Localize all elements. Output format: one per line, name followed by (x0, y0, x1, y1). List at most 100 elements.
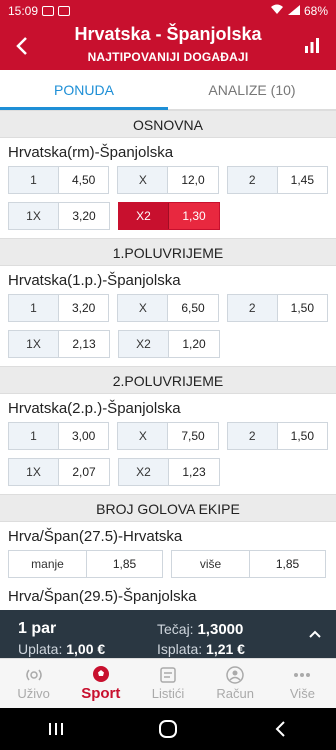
odd-value: 3,20 (72, 209, 96, 223)
odds-list[interactable]: OSNOVNA Hrvatska(rm)-Španjolska 1 4,50 X1… (0, 110, 336, 610)
odd-label: X2 (119, 331, 169, 357)
odd-label: 1 (9, 167, 59, 193)
section-header: 2.POLUVRIJEME (0, 366, 336, 394)
odd-button[interactable]: X2 1,20 (118, 330, 220, 358)
odd-button[interactable]: 1 4,50 (8, 166, 110, 194)
chevron-up-icon[interactable] (308, 626, 322, 642)
odd-value: 1,50 (290, 429, 314, 443)
odd-button[interactable]: 1 3,00 (8, 422, 110, 450)
odds-row: 1X 2,07 X2 1,23 (0, 454, 336, 490)
market-name: Hrvatska(2.p.)-Španjolska (8, 400, 181, 417)
status-bar: 15:09 68% (0, 0, 336, 22)
odds-row: 1X 3,20 X2 1,30 (0, 198, 336, 234)
nav-item-sport[interactable]: Sport (67, 659, 134, 708)
odd-button[interactable]: više 1,85 (171, 550, 326, 578)
recent-apps-icon (49, 723, 63, 735)
section-header: BROJ GOLOVA EKIPE (0, 494, 336, 522)
odd-button[interactable]: manje 1,85 (8, 550, 163, 578)
market-name: Hrvatska(1.p.)-Španjolska (8, 272, 181, 289)
market-name: Hrva/Špan(29.5)-Španjolska (8, 588, 197, 605)
odd-label: 1X (9, 203, 59, 229)
market-name: Hrva/Špan(27.5)-Hrvatska (8, 528, 183, 545)
recent-apps-button[interactable] (36, 714, 76, 744)
nav-item-racun[interactable]: Račun (202, 659, 269, 708)
odd-value: 1,45 (290, 173, 314, 187)
statistics-button[interactable] (302, 35, 326, 59)
ticket-payout: Isplata: 1,21 € (157, 641, 245, 657)
odd-value: 1,30 (169, 203, 219, 229)
nav-item-uzivo[interactable]: Uživo (0, 659, 67, 708)
odd-value: 12,0 (181, 173, 205, 187)
odd-button[interactable]: 2 1,50 (226, 422, 328, 450)
bottom-navigation: Uživo Sport Listići Račun Više (0, 658, 336, 708)
odd-button[interactable]: 1X 2,13 (8, 330, 110, 358)
back-button[interactable] (10, 34, 34, 58)
system-navigation-bar (0, 708, 336, 750)
nav-label: Sport (81, 685, 121, 702)
odd-label: 2 (227, 167, 278, 193)
odd-value: 1,23 (182, 465, 206, 479)
odd-label: 2 (227, 295, 278, 321)
nav-label: Uživo (17, 686, 50, 701)
odd-button[interactable]: 2 1,50 (226, 294, 328, 322)
odds-row: 1 4,50 X 12,0 2 1,45 (0, 162, 336, 198)
section-header: OSNOVNA (0, 110, 336, 138)
odds-row: manje 1,85 više 1,85 (0, 546, 336, 582)
odd-button[interactable]: X2 1,23 (118, 458, 220, 486)
tickets-icon (160, 667, 176, 683)
bar-chart-icon (305, 38, 319, 53)
odd-value: 4,50 (71, 173, 96, 187)
odd-label: X2 (119, 459, 169, 485)
home-button[interactable] (148, 714, 188, 744)
wifi-icon (270, 4, 284, 18)
nav-item-vise[interactable]: Više (269, 659, 336, 708)
nav-item-listici[interactable]: Listići (134, 659, 201, 708)
odd-label: 1X (9, 331, 59, 357)
tab-ponuda[interactable]: PONUDA (0, 70, 168, 110)
live-icon (25, 669, 42, 681)
odd-value: 2,13 (72, 337, 96, 351)
mail-icon (58, 6, 71, 16)
odd-value: 2,07 (72, 465, 96, 479)
odd-label: 1 (9, 295, 59, 321)
ticket-summary-bar[interactable]: 1 par Uplata: 1,00 € Tečaj: 1,3000 Ispla… (0, 610, 336, 658)
odd-button[interactable]: X 12,0 (117, 166, 219, 194)
odds-total-value: 1,3000 (197, 621, 244, 638)
payout-value: 1,21 € (206, 641, 245, 657)
odd-button[interactable]: 2 1,45 (226, 166, 328, 194)
odd-label: 1 (9, 423, 59, 449)
odd-label: manje (9, 551, 87, 577)
ticket-odds: Tečaj: 1,3000 (157, 621, 243, 638)
odd-label: više (172, 551, 250, 577)
odd-value: 3,00 (71, 429, 96, 443)
nav-label: Listići (151, 686, 185, 701)
odd-button[interactable]: 1 3,20 (8, 294, 110, 322)
odd-button[interactable]: 1X 2,07 (8, 458, 110, 486)
odds-label: Tečaj: (157, 621, 194, 637)
odd-button-selected[interactable]: X2 1,30 (118, 202, 220, 230)
odds-row: 1 3,20 X 6,50 2 1,50 (0, 290, 336, 326)
home-icon (159, 720, 177, 738)
back-arrow-icon (275, 721, 285, 737)
nav-label: Više (289, 686, 315, 701)
page-title: Hrvatska - Španjolska (74, 24, 262, 44)
odd-label: X2 (119, 203, 169, 229)
signal-icon (287, 4, 300, 18)
odd-label: X (118, 167, 169, 193)
odds-row: 1X 2,13 X2 1,20 (0, 326, 336, 362)
more-icon (294, 673, 311, 677)
tab-analize[interactable]: ANALIZE (10) (168, 70, 336, 109)
odd-button[interactable]: 1X 3,20 (8, 202, 110, 230)
odd-value: 1,85 (275, 557, 300, 571)
system-back-button[interactable] (260, 714, 300, 744)
payout-label: Isplata: (157, 641, 203, 657)
odd-button[interactable]: X 7,50 (117, 422, 219, 450)
nav-label: Račun (216, 686, 254, 701)
odd-button[interactable]: X 6,50 (117, 294, 219, 322)
app-header: Hrvatska - Španjolska NAJTIPOVANIJI DOGA… (0, 22, 336, 70)
chevron-left-icon (16, 37, 27, 55)
tab-bar: PONUDA ANALIZE (10) (0, 70, 336, 110)
odd-value: 3,20 (71, 301, 96, 315)
odd-label: 1X (9, 459, 59, 485)
soccer-ball-icon (92, 666, 109, 682)
